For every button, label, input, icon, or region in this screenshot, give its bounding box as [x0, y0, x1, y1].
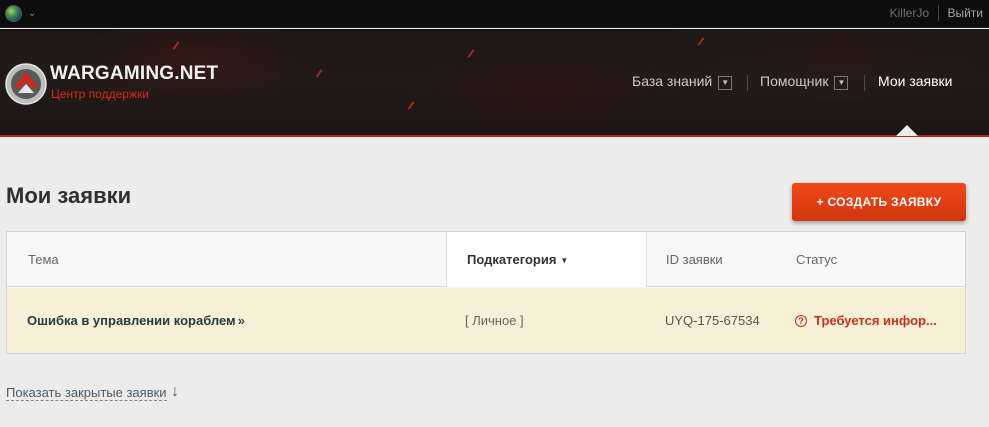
raquo-icon: »	[237, 313, 245, 328]
chevron-down-icon[interactable]: ▼	[718, 76, 733, 90]
arrow-down-icon[interactable]: ↓	[171, 383, 179, 401]
logo-text[interactable]: WARGAMING.NET	[50, 63, 218, 85]
create-ticket-button[interactable]: + СОЗДАТЬ ЗАЯВКУ	[792, 183, 966, 221]
show-closed-tickets-link[interactable]: Показать закрытые заявки	[6, 385, 167, 401]
chevron-down-icon[interactable]: ▼	[834, 76, 849, 90]
table-row[interactable]: Ошибка в управлении кораблем» [ Личное ]…	[7, 288, 965, 353]
ticket-subcategory: [ Личное ]	[465, 313, 524, 328]
nav-knowledge-base[interactable]: База знаний ▼	[632, 73, 733, 90]
nav-my-tickets[interactable]: Мои заявки	[878, 73, 952, 89]
chevron-down-icon[interactable]: ⌄	[28, 8, 36, 19]
column-header-id[interactable]: ID заявки	[666, 232, 723, 287]
spark-decoration	[172, 41, 180, 50]
ticket-status: ? Требуется инфор...	[795, 288, 937, 353]
table-header: Тема Подкатегория ▼ ID заявки Статус	[7, 232, 965, 287]
divider	[864, 75, 865, 91]
ticket-topic-link[interactable]: Ошибка в управлении кораблем»	[27, 288, 245, 353]
ticket-topic: Ошибка в управлении кораблем	[27, 313, 236, 328]
nav-label: База знаний	[632, 73, 713, 89]
column-header-label: Подкатегория	[467, 252, 557, 267]
logout-link[interactable]: Выйти	[947, 6, 983, 20]
active-nav-pointer	[896, 125, 918, 136]
globe-icon[interactable]	[5, 5, 22, 22]
ticket-id: UYQ-175-67534	[665, 313, 760, 328]
user-name[interactable]: KillerJo	[890, 6, 929, 20]
nav-label: Помощник	[760, 73, 829, 89]
spark-decoration	[407, 101, 415, 110]
column-header-status[interactable]: Статус	[796, 232, 837, 287]
spark-decoration	[467, 49, 475, 58]
page-title: Мои заявки	[6, 183, 132, 208]
divider	[747, 75, 748, 91]
column-header-subcategory[interactable]: Подкатегория ▼	[446, 232, 647, 287]
wargaming-logo-icon[interactable]	[4, 62, 48, 106]
logo-subtitle: Центр поддержки	[51, 87, 149, 101]
site-header: WARGAMING.NET Центр поддержки База знани…	[0, 29, 989, 137]
question-icon: ?	[795, 315, 807, 327]
nav-assistant[interactable]: Помощник ▼	[760, 73, 849, 90]
top-bar: ⌄ KillerJo Выйти	[0, 0, 989, 28]
spark-decoration	[697, 37, 705, 46]
column-header-topic[interactable]: Тема	[28, 232, 59, 287]
divider	[938, 5, 939, 21]
spark-decoration	[315, 69, 323, 78]
ticket-status-label: Требуется инфор...	[814, 313, 937, 328]
tickets-table: Тема Подкатегория ▼ ID заявки Статус Ошиб…	[6, 231, 966, 354]
create-ticket-label: + СОЗДАТЬ ЗАЯВКУ	[816, 195, 942, 209]
sort-caret-icon: ▼	[560, 256, 569, 265]
